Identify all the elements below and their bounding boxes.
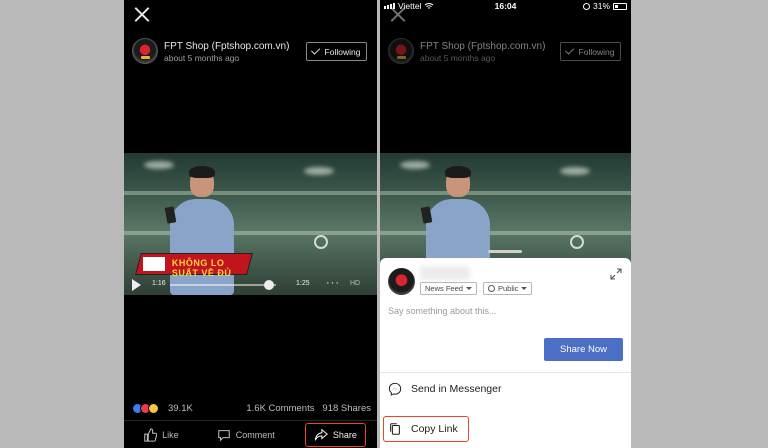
seek-track[interactable] <box>170 284 276 286</box>
ceiling-light <box>144 161 174 169</box>
shares-count[interactable]: 918 Shares <box>322 403 371 414</box>
share-sheet: News Feed Public Share Now Send in Messe… <box>380 258 631 448</box>
following-button[interactable]: Following <box>560 42 621 61</box>
privacy-dropdown[interactable]: Public <box>483 282 533 295</box>
status-right: 31% <box>582 1 627 11</box>
like-button[interactable]: Like <box>135 423 187 447</box>
battery-percent: 31% <box>592 1 610 11</box>
hd-icon[interactable]: HD <box>350 280 360 287</box>
user-avatar <box>388 268 415 295</box>
comment-label: Comment <box>235 429 275 440</box>
more-options-icon[interactable]: ··· <box>326 277 340 289</box>
copy-link-label: Copy Link <box>411 423 458 435</box>
ceiling-light <box>560 167 590 175</box>
copy-link-option[interactable]: Copy Link <box>383 416 469 442</box>
engagement-stats: 39.1K 1.6K Comments 918 Shares <box>132 402 371 416</box>
page-name[interactable]: FPT Shop (Fptshop.com.vn) <box>420 41 545 52</box>
user-name-redacted <box>420 266 470 280</box>
send-in-messenger-option[interactable]: Send in Messenger <box>388 382 501 396</box>
reaction-count[interactable]: 39.1K <box>168 403 193 414</box>
share-label: Share <box>332 429 357 440</box>
globe-icon <box>488 285 495 292</box>
video-controls: 1:16 1:25 ··· HD <box>124 273 377 295</box>
post-action-bar: Like Comment Share <box>124 420 377 448</box>
following-label: Following <box>324 46 361 57</box>
ceiling-light <box>304 167 334 175</box>
right-phone-screen: Viettel 16:04 31% FPT Shop (Fptshop.com.… <box>380 0 631 448</box>
seek-handle[interactable] <box>263 280 274 290</box>
share-caption-input[interactable] <box>388 306 548 316</box>
location-pin-icon <box>570 235 584 249</box>
haha-reaction-icon <box>148 403 159 414</box>
news-feed-dropdown[interactable]: News Feed <box>420 282 477 295</box>
close-icon[interactable] <box>390 6 406 22</box>
play-icon[interactable] <box>132 279 141 291</box>
video-player[interactable]: KHÔNG LO SUẤT VỀ ĐỦ 1:16 1:25 ··· HD <box>124 153 377 295</box>
elapsed-time: 1:16 <box>152 280 166 287</box>
news-feed-label: News Feed <box>425 284 463 293</box>
page-avatar[interactable] <box>132 38 158 64</box>
ceiling-light <box>400 161 430 169</box>
check-icon <box>310 45 320 55</box>
expand-icon[interactable] <box>610 268 622 280</box>
following-button[interactable]: Following <box>306 42 367 61</box>
chevron-down-icon <box>465 287 472 290</box>
location-pin-icon <box>314 235 328 249</box>
video-banner: KHÔNG LO SUẤT VỀ ĐỦ <box>135 253 253 278</box>
comment-icon <box>217 429 230 442</box>
orientation-lock-icon <box>582 2 590 10</box>
post-time: about 5 months ago <box>164 53 240 63</box>
messenger-icon <box>388 382 402 396</box>
post-header: FPT Shop (Fptshop.com.vn) about 5 months… <box>132 38 369 68</box>
divider <box>380 372 631 373</box>
comments-count[interactable]: 1.6K Comments <box>246 403 314 414</box>
thumbs-up-icon <box>144 427 158 442</box>
left-phone-screen: FPT Shop (Fptshop.com.vn) about 5 months… <box>124 0 377 448</box>
post-time: about 5 months ago <box>420 53 496 63</box>
post-header: FPT Shop (Fptshop.com.vn) about 5 months… <box>388 38 623 68</box>
reaction-icons[interactable] <box>132 403 159 414</box>
fpt-logo <box>143 257 165 271</box>
page-avatar[interactable] <box>388 38 414 64</box>
battery-icon <box>613 2 627 10</box>
close-icon[interactable] <box>134 6 150 22</box>
check-icon <box>564 45 574 55</box>
share-arrow-icon <box>314 428 328 440</box>
comments-shares-count: 1.6K Comments 918 Shares <box>246 403 371 414</box>
privacy-label: Public <box>498 284 519 293</box>
copy-icon <box>390 423 400 435</box>
share-now-button[interactable]: Share Now <box>544 338 623 361</box>
page-name[interactable]: FPT Shop (Fptshop.com.vn) <box>164 41 289 52</box>
sheet-drag-handle[interactable] <box>488 250 522 253</box>
following-label: Following <box>578 46 615 57</box>
duration-time: 1:25 <box>296 280 310 287</box>
share-button[interactable]: Share <box>304 422 366 447</box>
like-label: Like <box>162 429 179 440</box>
status-bar: Viettel 16:04 31% <box>380 0 631 14</box>
chevron-down-icon <box>521 287 528 290</box>
send-in-messenger-label: Send in Messenger <box>411 383 502 395</box>
comment-button[interactable]: Comment <box>209 423 283 447</box>
